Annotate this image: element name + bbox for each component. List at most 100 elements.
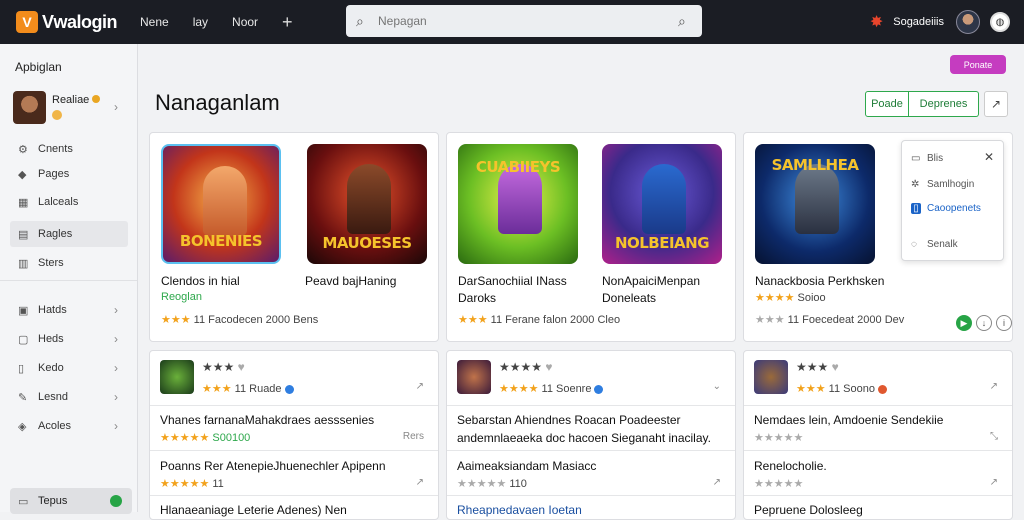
sidebar-item-3[interactable]: ▤ Ragles [10,221,128,247]
sidebar-item-label: Sters [38,257,64,269]
share-icon[interactable]: ↗ [416,477,424,488]
notification-star-icon[interactable]: ✸ [870,12,883,32]
header-meta: ★★★ 11 Ruade [202,382,294,395]
popover-item-1[interactable]: ▭ Blis [911,153,943,164]
list-row-divider [150,450,438,451]
list-row-divider [447,495,735,496]
sidebar-item-5[interactable]: ▣ Hatds › [10,297,128,323]
game-thumbnail[interactable]: CUABIIEYS [458,144,578,264]
sidebar-item-8[interactable]: ✎ Lesnd › [10,384,128,410]
folder-icon: ▭ [18,495,29,508]
rating-meta: 11 Foecedeat 2000 Dev [787,314,905,326]
list-item[interactable]: Aaimeaksiandam Masiacc [457,459,596,473]
popover-item-4[interactable]: ◌ Senalk [911,239,958,250]
page-icon: ▯ [911,203,921,214]
list-row-divider [150,405,438,406]
profile-name: Realiae [52,94,90,106]
nav-item-3[interactable]: Noor [232,15,258,29]
sidebar-item-label: Lalceals [38,196,79,208]
game-thumbnail[interactable]: SAMLLHEA [755,144,875,264]
sidebar: Apbiglan Realiae › ⚙ Cnents ◆ Pages ▦ Lalce… [0,44,138,514]
primary-action-button[interactable]: Poade [865,91,909,117]
info-icon[interactable]: i [996,315,1012,331]
user-avatar[interactable] [956,10,980,34]
list-item[interactable]: Pepruene Dolosleeg [754,503,863,517]
promo-pill[interactable]: Ponate [950,55,1006,74]
gear-icon: ⚙ [18,143,28,156]
list-card-3: ★★★ ♥ ★★★ 11 Soono ↗ Nemdaes lein, Amdoe… [743,350,1013,520]
game-title[interactable]: NonApaiciMenpan [602,273,700,289]
game-title[interactable]: Clendos in hial [161,273,240,289]
user-area: ✸ Sogadeiiis ◍ [870,0,1010,44]
game-mini-thumbnail[interactable] [160,360,194,394]
game-thumbnail[interactable]: BONENIES [161,144,281,264]
list-row-divider [744,495,1012,496]
game-title[interactable]: Nanackbosia Perkhsken [755,273,884,289]
add-icon[interactable]: + [282,12,293,33]
list-item[interactable]: Nemdaes lein, Amdoenie Sendekiie [754,413,943,427]
list-item[interactable]: Vhanes farnanaMahakdraes aesssenies [160,413,374,427]
play-icon[interactable]: ▶ [956,315,972,331]
app-name: Vwalogin [42,11,118,32]
list-item[interactable]: Renelocholie. [754,459,827,473]
meta: S00100 [212,432,251,444]
rating-meta: 11 Ferane falon 2000 Cleo [490,314,621,326]
tag-icon: ◆ [18,168,27,181]
character-figure [795,164,839,234]
game-mini-thumbnail[interactable] [754,360,788,394]
secondary-action-button[interactable]: Deprenes [909,91,979,117]
game-thumbnail[interactable]: MAUOESES [307,144,427,264]
list-item[interactable]: Rheapnedavaen Ioetan [457,503,582,517]
nav-item-1[interactable]: Nene [140,15,169,29]
status-dot-icon [110,495,122,507]
search-submit-icon[interactable]: ⌕ [678,14,692,28]
globe-icon[interactable]: ◍ [990,12,1010,32]
list-item[interactable]: andemnlaeaeka doc hacoen Sieganaht inaci… [457,431,711,445]
featured-card-1[interactable]: BONENIES MAUOESES Clendos in hial Reogla… [149,132,439,342]
search-input[interactable] [378,14,678,28]
popover-label: Caoopenets [927,203,981,214]
user-name[interactable]: Sogadeiiis [893,16,944,28]
sidebar-item-0[interactable]: ⚙ Cnents [10,136,128,162]
sidebar-item-9[interactable]: ◈ Acoles › [10,413,128,439]
expand-icon[interactable]: ⤡ [990,431,998,442]
list-item[interactable]: Sebarstan Ahiendnes Roacan Poadeester [457,413,681,427]
list-item[interactable]: Hlanaeaniage Leterie Adenes) Nen [160,503,347,517]
sidebar-item-label: Kedo [38,362,64,374]
meta: 11 Soono [828,383,875,395]
sidebar-footer[interactable]: ▭ Tepus [10,488,132,514]
popover-label: Blis [927,153,944,164]
sparkle-icon: ✲ [911,179,920,190]
game-title[interactable]: Peavd bajHaning [305,273,396,289]
rating-meta: 11 Facodecen 2000 Bens [193,314,319,326]
share-icon[interactable]: ↗ [990,477,998,488]
sidebar-item-2[interactable]: ▦ Lalceals [10,189,128,215]
app-logo[interactable]: V Vwalogin [16,11,140,33]
share-icon[interactable]: ↗ [416,381,424,392]
game-publisher[interactable]: Reoglan [161,291,202,303]
sidebar-item-7[interactable]: ▯ Kedo › [10,355,128,381]
featured-card-2[interactable]: CUABIIEYS NOLBEIANG DarSanochiial INass … [446,132,736,342]
sidebar-item-4[interactable]: ▥ Sters [10,250,128,276]
sidebar-item-1[interactable]: ◆ Pages [10,161,128,187]
share-icon[interactable]: ↗ [990,381,998,392]
chevron-down-icon[interactable]: ⌄ [713,381,721,392]
game-publisher[interactable]: Doneleats [602,290,656,306]
popover-item-2[interactable]: ✲ Samlhogin [911,179,974,190]
edit-icon[interactable]: ↗ [984,91,1008,117]
rating-stars: ★★★★ [755,292,795,304]
sidebar-item-6[interactable]: ▢ Heds › [10,326,128,352]
popover-item-3[interactable]: ▯ Caoopenets [911,203,981,214]
nav-item-2[interactable]: lay [193,15,208,29]
rating-stars-empty: ★★★ [755,314,785,326]
list-item[interactable]: Poanns Rer AtenepieJhuenechler Apipenn [160,459,386,473]
game-publisher[interactable]: Daroks [458,290,496,306]
download-icon[interactable]: ↓ [976,315,992,331]
game-mini-thumbnail[interactable] [457,360,491,394]
list-item-action[interactable]: Rers [403,431,424,442]
sidebar-profile[interactable]: Realiae › [13,90,128,124]
close-icon[interactable]: ✕ [984,150,994,164]
game-thumbnail[interactable]: NOLBEIANG [602,144,722,264]
game-title[interactable]: DarSanochiial INass [458,273,567,289]
share-icon[interactable]: ↗ [713,477,721,488]
